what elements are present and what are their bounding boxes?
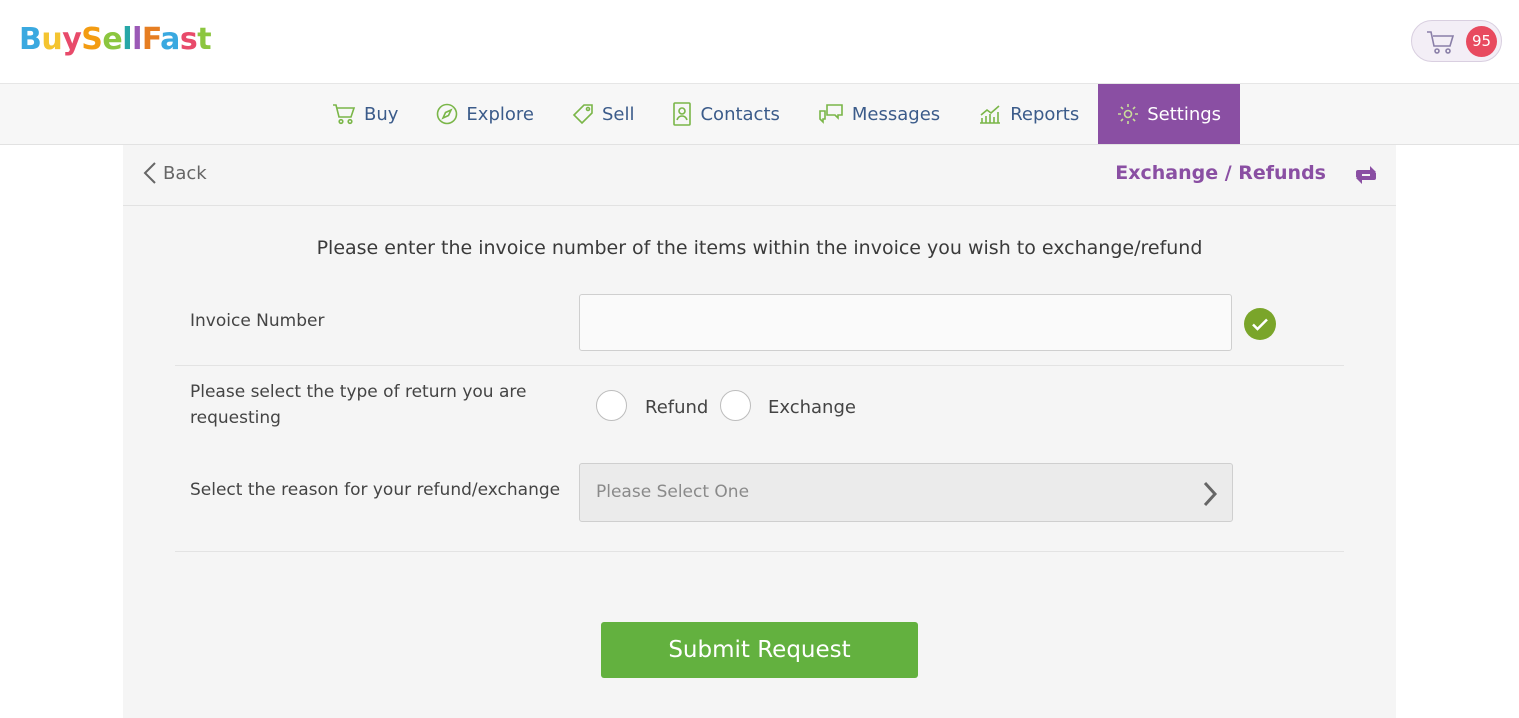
back-label: Back [163,162,207,184]
nav-item-label: Contacts [700,103,780,125]
logo-letter: l [122,22,133,57]
logo-letter: F [141,22,161,57]
nav-item-settings[interactable]: Settings [1098,84,1241,144]
logo-letter: S [81,22,103,57]
reason-label: Select the reason for your refund/exchan… [190,480,561,500]
divider [175,365,1344,366]
chat-icon [819,104,843,124]
cart-icon [1427,31,1455,54]
nav-item-label: Explore [466,103,534,125]
nav-item-messages[interactable]: Messages [799,84,959,144]
app-header: BuySellFast 95 [0,0,1519,84]
chevron-left-icon [143,162,156,184]
nav-item-label: Sell [601,103,635,125]
gear-icon [1118,104,1139,124]
nav-item-buy[interactable]: Buy [313,84,417,144]
invoice-number-input[interactable] [579,294,1232,351]
logo-letter: e [102,22,123,57]
nav-item-label: Buy [364,103,399,125]
nav-item-contacts[interactable]: Contacts [653,84,798,144]
reason-select[interactable]: Please Select One [579,463,1233,522]
nav-item-label: Messages [851,103,941,125]
exchange-refund-panel: Back Exchange / Refunds Please enter the… [123,145,1396,718]
logo-letter: t [197,22,212,57]
nav-item-explore[interactable]: Explore [417,84,553,144]
return-type-label-line: requesting [190,408,281,428]
page-title: Exchange / Refunds [1115,162,1326,184]
exchange-icon[interactable] [1354,162,1378,188]
nav-item-sell[interactable]: Sell [553,84,654,144]
address-book-icon [673,102,692,126]
sub-header: Back Exchange / Refunds [123,145,1396,206]
tag-icon [572,104,593,125]
nav-item-label: Reports [1010,103,1080,125]
cart-button[interactable]: 95 [1411,20,1502,62]
check-circle-icon [1244,308,1276,340]
cart-count-badge: 95 [1466,26,1497,57]
logo-letter: s [179,22,198,57]
cart-icon [333,104,356,125]
logo-letter: a [160,22,180,57]
exchange-radio-label[interactable]: Exchange [768,397,856,418]
chevron-right-icon [1203,481,1218,507]
invoice-number-label: Invoice Number [190,311,325,331]
exchange-radio[interactable] [720,390,751,421]
return-type-label: Please select the type of return you are… [190,379,526,431]
logo[interactable]: BuySellFast [19,20,212,60]
reason-select-placeholder: Please Select One [596,482,750,502]
logo-letter: y [62,22,82,57]
divider [175,551,1344,552]
return-type-label-line: Please select the type of return you are [190,382,527,402]
logo-letter: u [41,22,63,57]
nav-item-label: Settings [1147,103,1222,125]
instruction-text: Please enter the invoice number of the i… [316,237,1203,259]
logo-letter: l [132,22,142,57]
compass-icon [437,103,458,125]
chart-icon [980,105,1001,124]
back-button[interactable]: Back [143,161,207,185]
nav-item-reports[interactable]: Reports [959,84,1098,144]
logo-letter: B [19,22,42,57]
submit-request-button[interactable]: Submit Request [601,622,918,678]
main-nav: Buy Explore Sell Contacts Messages Repor… [0,84,1519,145]
refund-radio-label[interactable]: Refund [645,397,708,418]
refund-radio[interactable] [596,390,627,421]
